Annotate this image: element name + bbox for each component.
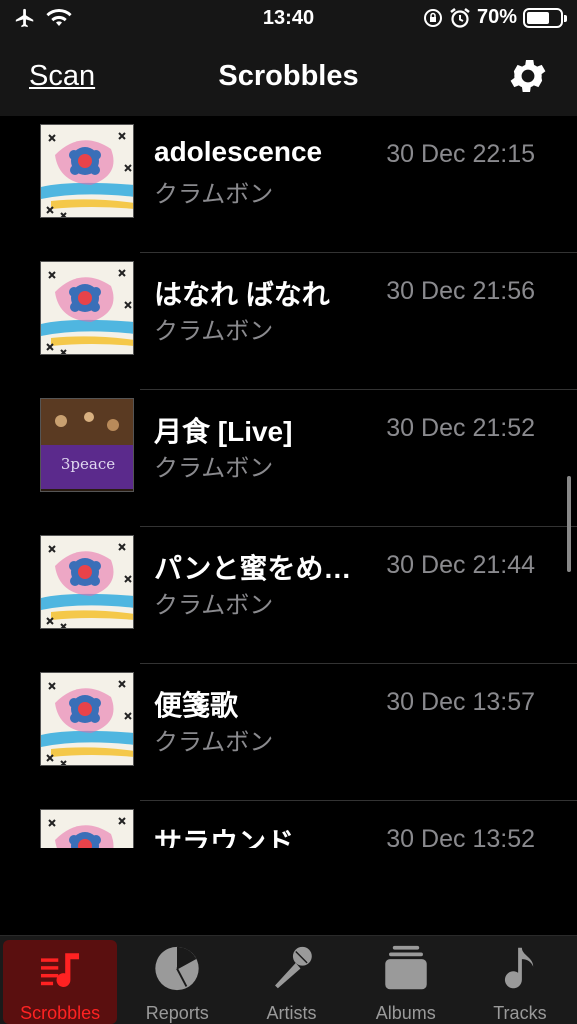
- battery-icon: [523, 7, 567, 28]
- scrobble-time: 30 Dec 21:52: [386, 414, 535, 442]
- artist-name: クラムボン: [154, 318, 274, 345]
- scrobble-row[interactable]: 3peace 月食 [Live] クラムボン 30 Dec 21:52: [0, 390, 577, 527]
- track-title: 便箋歌: [154, 690, 239, 721]
- artist-name: クラムボン: [154, 729, 274, 756]
- tab-artists[interactable]: Artists: [234, 936, 348, 1024]
- scrobble-row[interactable]: 便箋歌 クラムボン 30 Dec 13:57: [0, 664, 577, 801]
- scrobble-row[interactable]: はなれ ばなれ クラムボン 30 Dec 21:56: [0, 253, 577, 390]
- orientation-lock-icon: [423, 8, 442, 27]
- svg-text:3peace: 3peace: [61, 455, 115, 473]
- scrobble-time: 30 Dec 21:56: [386, 277, 535, 305]
- album-art: [40, 535, 134, 629]
- battery-level: [527, 11, 550, 24]
- tab-label: Tracks: [493, 1003, 547, 1023]
- track-title: 月食 [Live]: [154, 416, 293, 447]
- music-list-icon: [41, 953, 80, 987]
- album-art: [40, 124, 134, 218]
- scrobble-row[interactable]: adolescence クラムボン 30 Dec 22:15: [0, 116, 577, 253]
- album-art: [40, 809, 134, 848]
- album-stack-icon: [384, 945, 427, 990]
- album-art: 3peace: [40, 398, 134, 492]
- tab-label: Artists: [266, 1003, 317, 1023]
- status-right: 70%: [423, 6, 567, 29]
- gear-icon[interactable]: [506, 54, 550, 98]
- track-title: サラウンド: [154, 827, 295, 848]
- album-art: [40, 261, 134, 355]
- battery-percent: 70%: [476, 6, 517, 28]
- scrobble-list[interactable]: adolescence クラムボン 30 Dec 22:15 はなれ ばなれ ク…: [0, 116, 577, 848]
- track-title: adolescence: [154, 136, 323, 167]
- status-bar: 13:40 70%: [0, 0, 577, 40]
- tab-label: Scrobbles: [20, 1003, 101, 1023]
- alarm-icon: [450, 7, 470, 28]
- nav-bar: Scan Scrobbles: [0, 40, 577, 116]
- scroll-indicator[interactable]: [567, 476, 571, 572]
- page-title: Scrobbles: [218, 60, 359, 92]
- artist-name: クラムボン: [154, 455, 274, 482]
- scrobble-time: 30 Dec 22:15: [386, 140, 535, 168]
- pie-chart-icon: [155, 946, 199, 991]
- scrobble-time: 30 Dec 13:57: [386, 688, 535, 716]
- scrobble-row[interactable]: サラウンド クラムボン 30 Dec 13:52: [0, 801, 577, 848]
- artist-name: クラムボン: [154, 181, 274, 208]
- album-art: [40, 672, 134, 766]
- tab-tracks[interactable]: Tracks: [463, 936, 577, 1024]
- tab-bar: Scrobbles Reports Artists Albums Tracks: [0, 935, 577, 1024]
- microphone-icon: [274, 946, 312, 989]
- tab-label: Albums: [375, 1003, 436, 1023]
- artist-name: クラムボン: [154, 592, 274, 619]
- scrobble-row[interactable]: パンと蜜をめ… クラムボン 30 Dec 21:44: [0, 527, 577, 664]
- track-title: パンと蜜をめ…: [154, 553, 352, 584]
- music-note-icon: [504, 947, 534, 989]
- tab-label: Reports: [145, 1003, 209, 1023]
- scrobble-time: 30 Dec 21:44: [386, 551, 535, 579]
- tab-scrobbles[interactable]: Scrobbles: [3, 940, 118, 1024]
- tab-albums[interactable]: Albums: [349, 936, 463, 1024]
- tab-reports[interactable]: Reports: [120, 936, 234, 1024]
- scrobble-time: 30 Dec 13:52: [386, 825, 535, 848]
- track-title: はなれ ばなれ: [154, 279, 330, 310]
